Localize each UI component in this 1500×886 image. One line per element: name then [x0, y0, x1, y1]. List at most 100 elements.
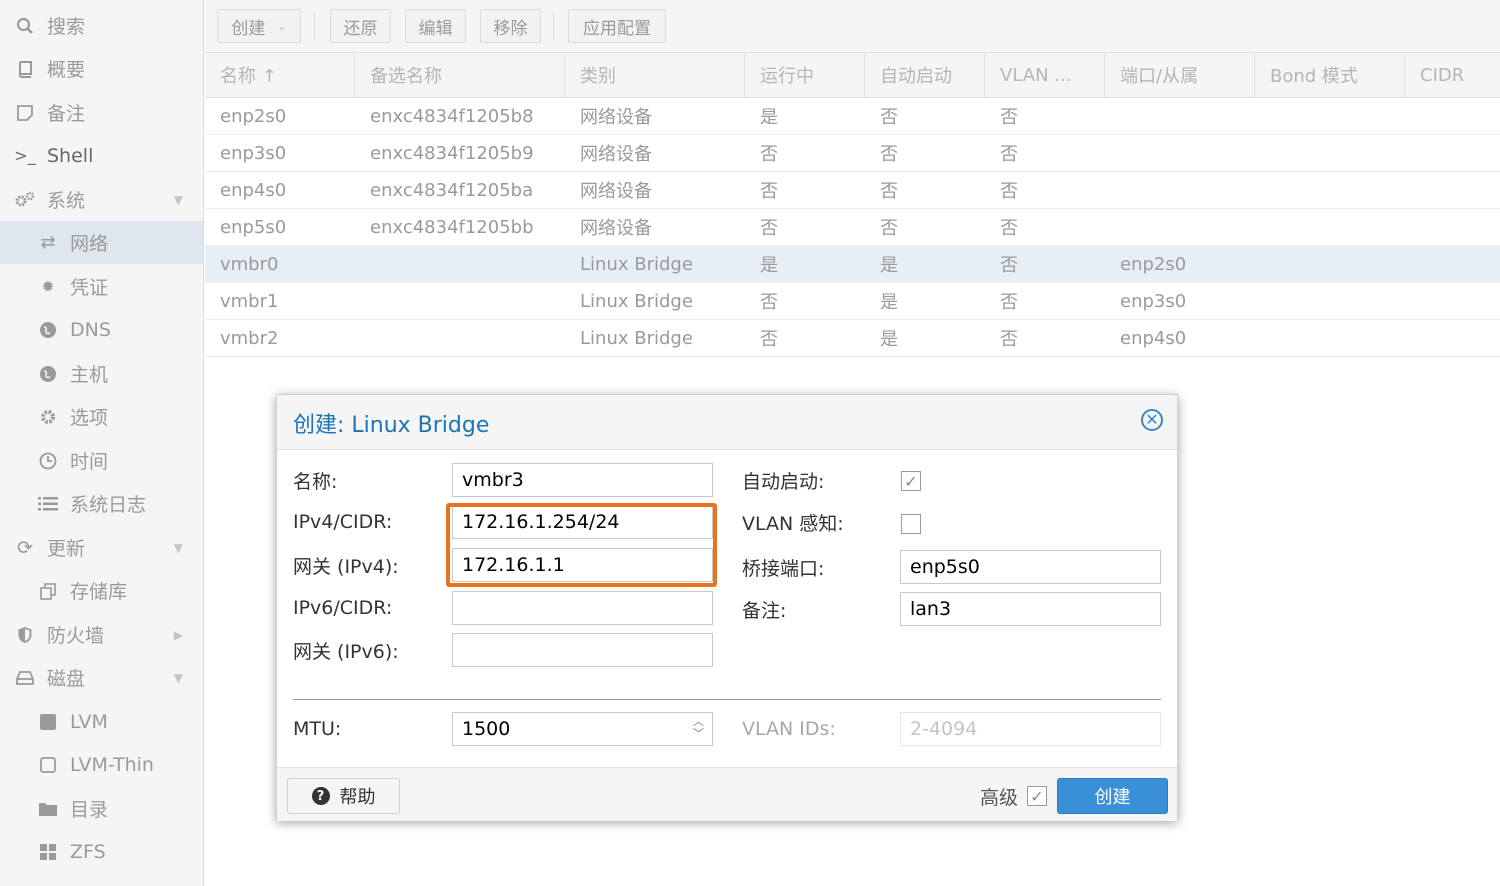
gateway-ipv6-field[interactable] [452, 633, 713, 667]
column-header-altname[interactable]: 备选名称 [355, 53, 565, 97]
chevron-down-icon[interactable]: ▼ [174, 541, 183, 555]
sidebar-item-network[interactable]: ⇄ 网络 [0, 221, 203, 264]
search-icon [13, 17, 37, 35]
column-header-type[interactable]: 类别 [565, 53, 745, 97]
column-header-cidr[interactable]: CIDR [1405, 53, 1500, 97]
sidebar-item-updates[interactable]: ⟳ 更新 ▼ [0, 526, 203, 569]
close-icon[interactable]: ✕ [1141, 409, 1163, 431]
vlan-aware-checkbox[interactable] [901, 514, 921, 534]
ipv4-cidr-field[interactable]: 172.16.1.254/24 [452, 505, 713, 539]
sidebar-item-shell[interactable]: >_ Shell [0, 134, 203, 177]
edit-button-label: 编辑 [418, 18, 453, 39]
sidebar-item-lvm-thin[interactable]: LVM-Thin [0, 743, 203, 786]
revert-button[interactable]: 还原 [330, 9, 391, 43]
table-row[interactable]: vmbr1 Linux Bridge 否 是 否 enp3s0 [205, 283, 1500, 320]
sidebar-label: 网络 [70, 233, 109, 255]
remove-button[interactable]: 移除 [480, 9, 541, 43]
gateway-ipv4-label: 网关 (IPv4): [293, 555, 399, 578]
table-row[interactable]: enp4s0 enxc4834f1205ba 网络设备 否 否 否 [205, 172, 1500, 209]
sidebar-label: DNS [70, 318, 111, 341]
table-row[interactable]: enp3s0 enxc4834f1205b9 网络设备 否 否 否 [205, 135, 1500, 172]
sidebar-item-firewall[interactable]: 防火墙 ▶ [0, 613, 203, 656]
name-field[interactable]: vmbr3 [452, 463, 713, 497]
mtu-field[interactable]: 1500 ︿ ﹀ [452, 712, 713, 746]
sidebar-item-zfs[interactable]: ZFS [0, 830, 203, 873]
grid-icon [36, 843, 60, 861]
cell-type: Linux Bridge [580, 253, 693, 275]
column-header-bond-mode[interactable]: Bond 模式 [1255, 53, 1405, 97]
sidebar-item-disks[interactable]: 磁盘 ▼ [0, 656, 203, 699]
column-header-autostart[interactable]: 自动启动 [865, 53, 985, 97]
sidebar-item-directory[interactable]: 目录 [0, 787, 203, 830]
cell-autostart: 是 [880, 292, 898, 313]
sidebar-item-certificates[interactable]: ✹ 凭证 [0, 265, 203, 308]
sidebar-item-summary[interactable]: 概要 [0, 47, 203, 90]
sidebar-label: Shell [47, 144, 94, 167]
globe-icon [36, 321, 60, 339]
chevron-right-icon[interactable]: ▶ [174, 628, 183, 642]
sidebar-item-syslog[interactable]: 系统日志 [0, 482, 203, 525]
chevron-down-icon[interactable]: ▼ [174, 193, 183, 207]
cell-active: 否 [760, 292, 778, 313]
advanced-checkbox[interactable]: ✓ [1027, 786, 1047, 806]
dialog-footer: ? 帮助 高级 ✓ 创建 [277, 767, 1177, 821]
sidebar-item-dns[interactable]: DNS [0, 308, 203, 351]
cell-altname: enxc4834f1205b8 [370, 105, 534, 127]
cell-vlan: 否 [1000, 218, 1018, 239]
shield-icon [13, 626, 37, 644]
cell-active: 否 [760, 329, 778, 350]
apply-config-button-label: 应用配置 [583, 18, 651, 39]
toolbar-separator [314, 12, 315, 40]
help-button-label: 帮助 [339, 787, 376, 808]
sidebar-item-repositories[interactable]: 存储库 [0, 569, 203, 612]
column-header-vlan[interactable]: VLAN ... [985, 53, 1105, 97]
toolbar: 创建 ⌄ 还原 编辑 移除 应用配置 [205, 0, 1500, 53]
sidebar-item-search[interactable]: 搜索 [0, 4, 203, 47]
bridge-ports-field[interactable]: enp5s0 [900, 550, 1161, 584]
cell-vlan: 否 [1000, 329, 1018, 350]
mtu-label: MTU: [293, 718, 342, 740]
mtu-value: 1500 [462, 718, 511, 740]
help-button[interactable]: ? 帮助 [287, 778, 400, 814]
sidebar-label: LVM-Thin [70, 753, 154, 776]
table-row[interactable]: enp2s0 enxc4834f1205b8 网络设备 是 否 否 [205, 98, 1500, 135]
comment-field[interactable]: lan3 [900, 592, 1161, 626]
folder-icon [36, 801, 60, 817]
gateway-ipv4-field[interactable]: 172.16.1.1 [452, 548, 713, 582]
list-icon [36, 496, 60, 512]
gears-icon [13, 191, 37, 209]
sidebar-item-notes[interactable]: 备注 [0, 91, 203, 134]
cell-vlan: 否 [1000, 181, 1018, 202]
apply-config-button[interactable]: 应用配置 [568, 9, 666, 43]
exchange-icon: ⇄ [40, 232, 56, 253]
sidebar-item-system[interactable]: 系统 ▼ [0, 178, 203, 221]
cell-type: 网络设备 [580, 181, 652, 202]
create-button[interactable]: 创建 ⌄ [217, 9, 301, 43]
table-row[interactable]: vmbr0 Linux Bridge 是 是 否 enp2s0 [205, 246, 1500, 283]
create-submit-button[interactable]: 创建 [1057, 778, 1168, 814]
sidebar-item-time[interactable]: 时间 [0, 439, 203, 482]
sidebar-item-lvm[interactable]: LVM [0, 700, 203, 743]
edit-button[interactable]: 编辑 [405, 9, 466, 43]
ipv6-cidr-field[interactable] [452, 591, 713, 625]
table-row[interactable]: vmbr2 Linux Bridge 否 是 否 enp4s0 [205, 320, 1500, 357]
autostart-checkbox[interactable]: ✓ [901, 471, 921, 491]
sidebar-item-options[interactable]: 选项 [0, 395, 203, 438]
sidebar-item-hosts[interactable]: 主机 [0, 352, 203, 395]
cell-altname: enxc4834f1205ba [370, 179, 534, 201]
vlan-aware-label: VLAN 感知: [742, 512, 844, 535]
sidebar-label: 防火墙 [47, 625, 105, 647]
question-icon: ? [311, 787, 330, 805]
cell-autostart: 否 [880, 218, 898, 239]
cell-name: enp5s0 [220, 216, 287, 238]
cell-autostart: 是 [880, 329, 898, 350]
chevron-down-icon[interactable]: ▼ [174, 671, 183, 685]
table-row[interactable]: enp5s0 enxc4834f1205bb 网络设备 否 否 否 [205, 209, 1500, 246]
cell-ports: enp2s0 [1120, 253, 1187, 275]
cell-name: vmbr0 [220, 253, 279, 275]
column-header-ports[interactable]: 端口/从属 [1105, 53, 1255, 97]
column-header-name[interactable]: 名称 ↑ [205, 53, 355, 97]
column-header-active[interactable]: 运行中 [745, 53, 865, 97]
spinner-icon[interactable]: ︿ ﹀ [693, 716, 704, 740]
sidebar-label: 系统 [47, 190, 86, 212]
